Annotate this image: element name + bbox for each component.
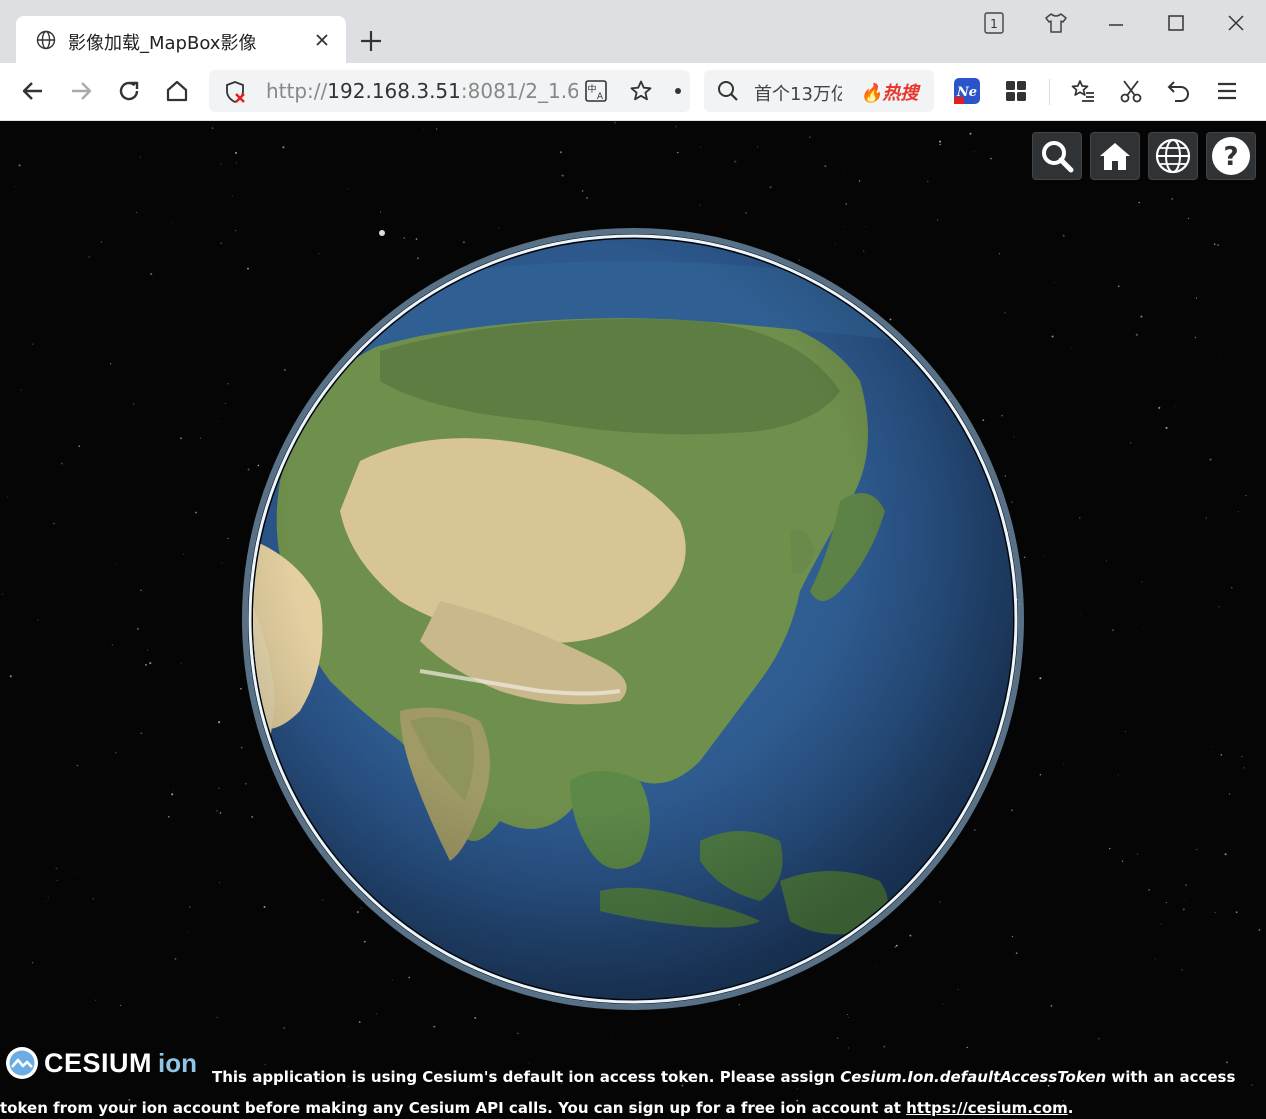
scene-mode-button[interactable] bbox=[1148, 132, 1198, 180]
more-dot-icon[interactable] bbox=[675, 88, 681, 94]
browser-tab[interactable]: 影像加载_MapBox影像 bbox=[16, 16, 346, 63]
svg-text:?: ? bbox=[1223, 142, 1238, 172]
svg-text:1: 1 bbox=[990, 17, 998, 31]
tab-count-icon: 1 bbox=[984, 12, 1004, 34]
skin-button[interactable] bbox=[1038, 10, 1074, 36]
back-button[interactable] bbox=[17, 75, 49, 107]
minimize-icon bbox=[1109, 24, 1123, 26]
undo-close-button[interactable] bbox=[1163, 75, 1195, 107]
star-icon[interactable] bbox=[629, 79, 653, 103]
undo-icon bbox=[1167, 81, 1189, 102]
navigation-help-button[interactable]: ? bbox=[1206, 132, 1256, 180]
search-text[interactable]: 首个13万亿 bbox=[754, 80, 842, 106]
search-box[interactable]: 首个13万亿 🔥热搜 bbox=[704, 70, 934, 112]
home-view-button[interactable] bbox=[1090, 132, 1140, 180]
close-window-button[interactable] bbox=[1218, 10, 1254, 36]
globe-icon bbox=[36, 30, 56, 50]
close-icon bbox=[1228, 15, 1244, 31]
geocoder-search-button[interactable] bbox=[1032, 132, 1082, 180]
credit-container: CESIUM ion This application is using Ces… bbox=[0, 1039, 1266, 1119]
tab-count-button[interactable]: 1 bbox=[976, 10, 1012, 36]
shirt-icon bbox=[1045, 13, 1067, 33]
maximize-icon bbox=[1168, 15, 1184, 31]
cesium-viewer[interactable]: ? CESIUM ion This application is using C… bbox=[0, 121, 1266, 1119]
svg-text:中: 中 bbox=[587, 83, 596, 95]
tab-title: 影像加载_MapBox影像 bbox=[68, 33, 257, 54]
svg-text:A: A bbox=[597, 92, 604, 102]
extension-ne-button[interactable]: Ne bbox=[951, 75, 983, 107]
search-icon bbox=[1042, 141, 1074, 173]
arrow-left-icon bbox=[22, 82, 42, 100]
insecure-shield-icon[interactable] bbox=[223, 80, 247, 104]
address-bar[interactable]: http://192.168.3.51:8081/2_1.6_ 中 A bbox=[209, 70, 690, 112]
menu-button[interactable] bbox=[1211, 75, 1243, 107]
home-icon bbox=[166, 80, 188, 102]
toolbar-divider bbox=[1049, 79, 1050, 105]
minimize-button[interactable] bbox=[1098, 10, 1134, 36]
search-icon bbox=[718, 81, 738, 101]
screenshot-button[interactable] bbox=[1115, 75, 1147, 107]
token-name: Cesium.Ion.defaultAccessToken bbox=[840, 1068, 1107, 1086]
url-text[interactable]: http://192.168.3.51:8081/2_1.6_ bbox=[266, 79, 578, 103]
globe-icon bbox=[1155, 138, 1191, 174]
grid-icon bbox=[1006, 81, 1026, 101]
reload-icon bbox=[119, 81, 139, 101]
cesium-link[interactable]: https://cesium.com bbox=[906, 1099, 1068, 1117]
help-icon: ? bbox=[1212, 137, 1250, 175]
navigation-bar: http://192.168.3.51:8081/2_1.6_ 中 A 首个13… bbox=[0, 63, 1266, 121]
favorites-button[interactable] bbox=[1067, 75, 1099, 107]
flame-icon: 🔥 bbox=[860, 83, 883, 104]
new-tab-button[interactable] bbox=[358, 28, 384, 54]
arrow-right-icon bbox=[72, 82, 92, 100]
ion-token-warning: This application is using Cesium's defau… bbox=[0, 1068, 1236, 1117]
close-icon[interactable] bbox=[312, 30, 332, 50]
reload-button[interactable] bbox=[113, 75, 145, 107]
hamburger-menu-icon bbox=[1218, 82, 1236, 100]
earth-globe[interactable] bbox=[0, 121, 1266, 1119]
tab-bar: 影像加载_MapBox影像 1 bbox=[0, 0, 1266, 63]
home-icon bbox=[1100, 143, 1130, 170]
scissors-icon bbox=[1120, 80, 1142, 103]
forward-button[interactable] bbox=[65, 75, 97, 107]
ne-extension-icon: Ne bbox=[954, 78, 980, 104]
favorites-list-icon bbox=[1071, 80, 1094, 102]
home-button[interactable] bbox=[161, 75, 193, 107]
maximize-button[interactable] bbox=[1158, 10, 1194, 36]
apps-button[interactable] bbox=[1000, 75, 1032, 107]
translate-icon[interactable]: 中 A bbox=[584, 79, 608, 103]
hot-search-badge[interactable]: 🔥热搜 bbox=[860, 79, 918, 105]
